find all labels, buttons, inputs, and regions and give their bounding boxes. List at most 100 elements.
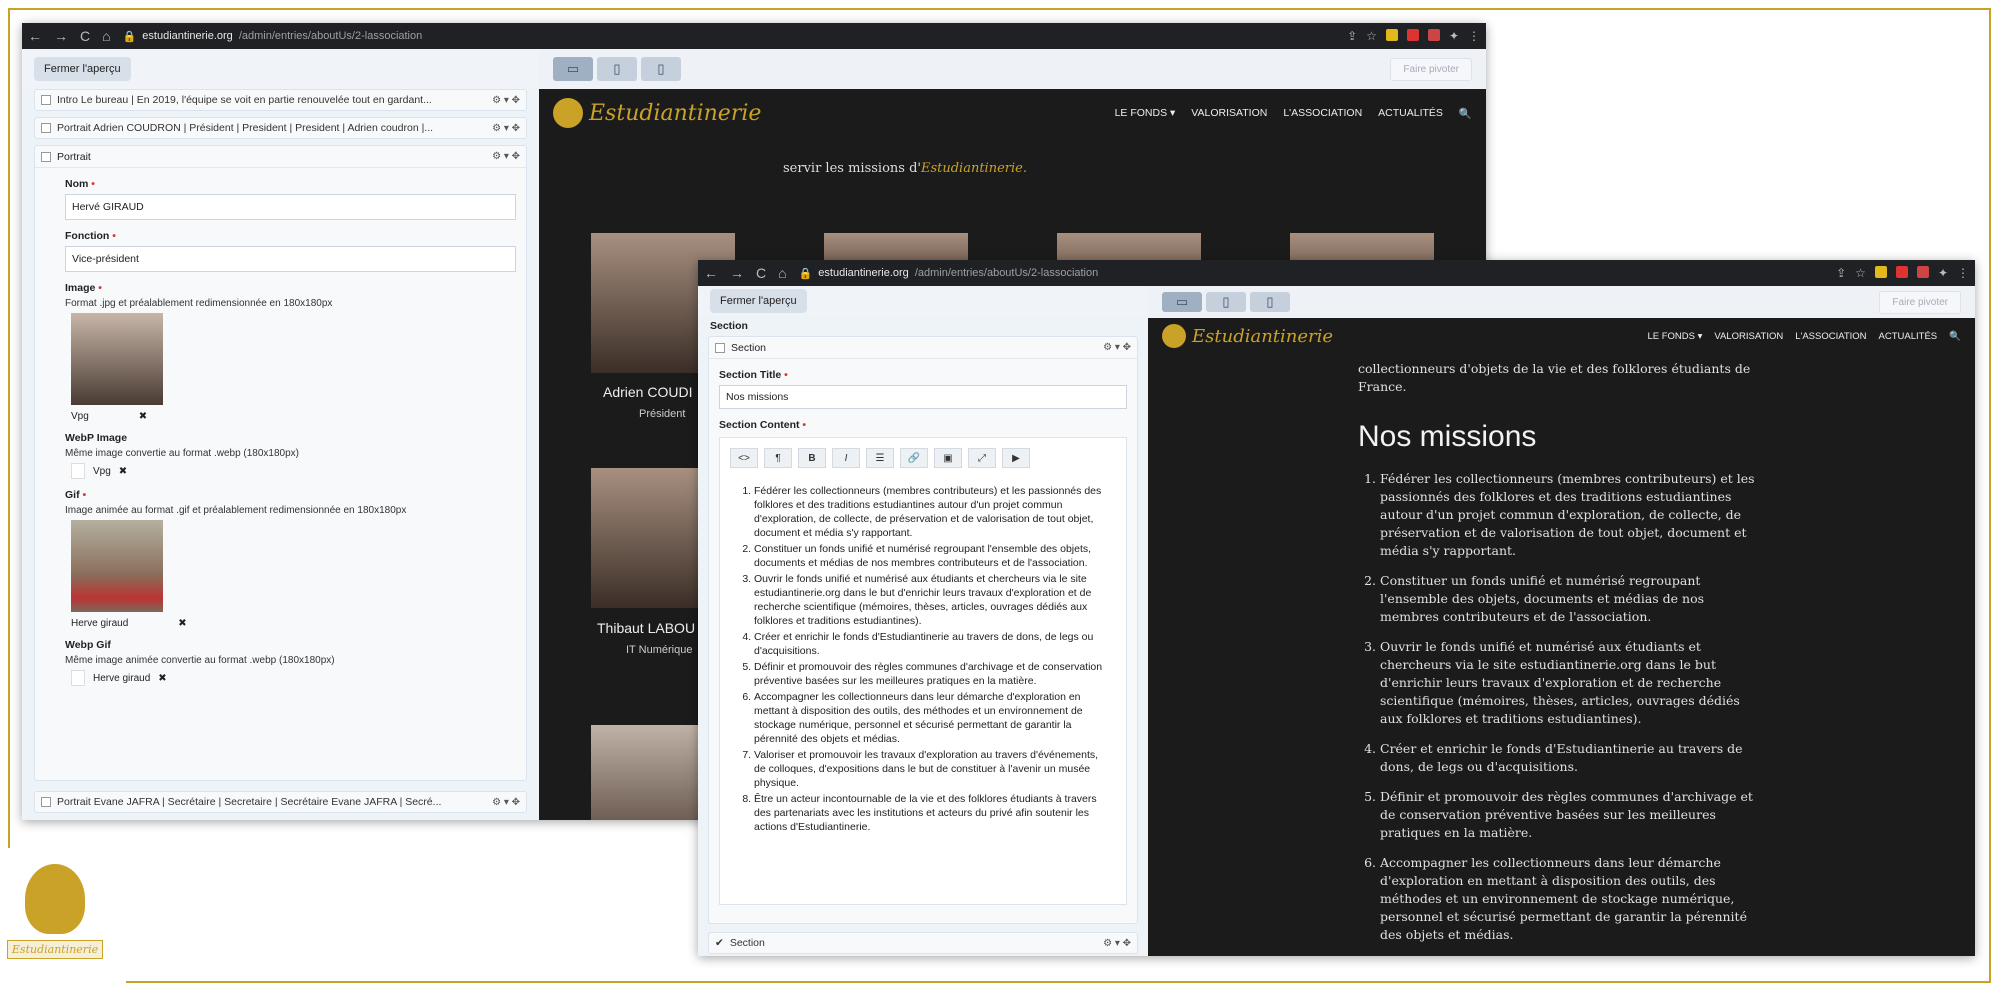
menu-item-fonds[interactable]: LE FONDS ▾ <box>1115 107 1176 120</box>
section-label: Section <box>710 320 748 332</box>
paragraph-icon[interactable]: ¶ <box>764 448 792 468</box>
webp-file[interactable]: Vpg ✖ <box>71 463 526 479</box>
ext-icon[interactable] <box>1406 29 1419 41</box>
reload-icon[interactable]: C <box>756 265 766 281</box>
menu-item-actualites[interactable]: ACTUALITÉS <box>1879 331 1938 342</box>
phone-icon[interactable]: ▯ <box>1250 292 1290 312</box>
gear-icon[interactable]: ⚙ ▾ ✥ <box>492 151 520 162</box>
back-icon[interactable]: ← <box>704 265 718 281</box>
rotate-button[interactable]: Faire pivoter <box>1390 57 1472 81</box>
checkbox[interactable] <box>41 95 51 105</box>
file-icon <box>71 463 85 479</box>
tablet-icon[interactable]: ▯ <box>597 57 637 81</box>
gear-icon[interactable]: ⚙ ▾ ✥ <box>492 797 520 808</box>
logo-icon <box>553 98 583 128</box>
video-icon[interactable]: ▶ <box>1002 448 1030 468</box>
code-icon[interactable]: <> <box>730 448 758 468</box>
block-row-section[interactable]: ✔ Section ⚙ ▾ ✥ <box>708 932 1138 954</box>
menu-icon[interactable]: ⋮ <box>1468 29 1480 43</box>
puzzle-icon[interactable]: ✦ <box>1938 266 1948 280</box>
remove-icon[interactable]: ✖ <box>158 673 166 684</box>
menu-item-association[interactable]: L'ASSOCIATION <box>1795 331 1866 342</box>
image-file: Vpg ✖ <box>71 411 148 422</box>
checkbox[interactable] <box>41 123 51 133</box>
bold-icon[interactable]: B <box>798 448 826 468</box>
home-icon[interactable]: ⌂ <box>102 28 110 44</box>
menu-icon[interactable]: ⋮ <box>1957 266 1969 280</box>
site-logo[interactable]: Estudiantinerie <box>553 98 761 128</box>
ext-icon[interactable] <box>1427 29 1440 41</box>
tablet-icon[interactable]: ▯ <box>1206 292 1246 312</box>
list-item: Constituer un fonds unifié et numérisé r… <box>1380 572 1758 626</box>
remove-icon[interactable]: ✖ <box>119 466 127 477</box>
lock-icon: 🔒 <box>122 30 137 43</box>
section-panel: Section ⚙ ▾ ✥ Section Title • Nos mission… <box>708 336 1138 924</box>
menu-item-fonds[interactable]: LE FONDS ▾ <box>1647 331 1702 342</box>
site-logo[interactable]: Estudiantinerie <box>1162 324 1333 348</box>
close-preview-button[interactable]: Fermer l'aperçu <box>34 57 131 81</box>
desktop-icon[interactable]: ▭ <box>1162 292 1202 312</box>
forward-icon[interactable]: → <box>54 28 68 44</box>
list-item: Valoriser et promouvoir les travaux d'ex… <box>754 748 1110 790</box>
back-icon[interactable]: ← <box>28 28 42 44</box>
block-row-intro[interactable]: Intro Le bureau | En 2019, l'équipe se v… <box>34 89 527 111</box>
image-label: Image • <box>65 282 102 294</box>
image-icon[interactable]: ▣ <box>934 448 962 468</box>
ext-icon[interactable] <box>1385 29 1398 41</box>
extensions: ⇪ ☆ ✦ ⋮ <box>1347 29 1480 43</box>
webpgif-help: Même image animée convertie au format .w… <box>65 655 335 666</box>
menu-item-actualites[interactable]: ACTUALITÉS <box>1378 107 1443 120</box>
reload-icon[interactable]: C <box>80 28 90 44</box>
gear-icon[interactable]: ⚙ ▾ ✥ <box>1103 342 1131 353</box>
block-row-portrait-evane[interactable]: Portrait Evane JAFRA | Secrétaire | Secr… <box>34 791 527 813</box>
rich-text-editor[interactable]: <> ¶ B I ☰ 🔗 ▣ ⤢ ▶ Fédérer les collectio… <box>719 437 1127 905</box>
ext-icon[interactable] <box>1895 266 1908 278</box>
ext-icon[interactable] <box>1916 266 1929 278</box>
site-preview: ▭ ▯ ▯ Faire pivoter Estudiantinerie LE F… <box>1148 286 1975 956</box>
checkbox[interactable] <box>715 342 725 353</box>
check-icon: ✔ <box>715 937 724 949</box>
list-icon[interactable]: ☰ <box>866 448 894 468</box>
address-bar[interactable]: 🔒 estudiantinerie.org/admin/entries/about… <box>123 30 1348 43</box>
section-title-input[interactable]: Nos missions <box>719 385 1127 409</box>
block-row-portrait[interactable]: Portrait Adrien COUDRON | Président | Pr… <box>34 117 527 139</box>
star-icon[interactable]: ☆ <box>1366 29 1377 43</box>
puzzle-icon[interactable]: ✦ <box>1449 29 1459 43</box>
gear-icon[interactable]: ⚙ ▾ ✥ <box>492 123 520 134</box>
menu-item-association[interactable]: L'ASSOCIATION <box>1283 107 1362 120</box>
desktop-icon[interactable]: ▭ <box>553 57 593 81</box>
site-menu: LE FONDS ▾ VALORISATION L'ASSOCIATION AC… <box>1115 107 1472 120</box>
fullscreen-icon[interactable]: ⤢ <box>968 448 996 468</box>
mascot-icon <box>25 864 85 934</box>
webpgif-file[interactable]: Herve giraud ✖ <box>71 670 526 686</box>
home-icon[interactable]: ⌂ <box>778 265 786 281</box>
site-menu: LE FONDS ▾ VALORISATION L'ASSOCIATION AC… <box>1647 331 1961 342</box>
address-bar[interactable]: 🔒 estudiantinerie.org/admin/entries/about… <box>799 267 1837 280</box>
search-icon[interactable]: 🔍 <box>1949 331 1961 342</box>
checkbox[interactable] <box>41 151 51 162</box>
list-item: Créer et enrichir le fonds d'Estudiantin… <box>1380 740 1758 776</box>
share-icon[interactable]: ⇪ <box>1347 29 1357 43</box>
remove-icon[interactable]: ✖ <box>178 618 186 629</box>
italic-icon[interactable]: I <box>832 448 860 468</box>
rotate-button[interactable]: Faire pivoter <box>1879 290 1961 314</box>
checkbox[interactable] <box>41 797 51 807</box>
gif-thumbnail[interactable] <box>71 520 163 612</box>
gear-icon[interactable]: ⚙ ▾ ✥ <box>492 95 520 106</box>
share-icon[interactable]: ⇪ <box>1836 266 1846 280</box>
phone-icon[interactable]: ▯ <box>641 57 681 81</box>
forward-icon[interactable]: → <box>730 265 744 281</box>
search-icon[interactable]: 🔍 <box>1459 107 1472 120</box>
star-icon[interactable]: ☆ <box>1855 266 1866 280</box>
ext-icon[interactable] <box>1874 266 1887 278</box>
menu-item-valorisation[interactable]: VALORISATION <box>1191 107 1267 120</box>
close-preview-button[interactable]: Fermer l'aperçu <box>710 289 807 313</box>
list-item: Ouvrir le fonds unifié et numérisé aux é… <box>1380 638 1758 728</box>
menu-item-valorisation[interactable]: VALORISATION <box>1714 331 1783 342</box>
image-thumbnail[interactable] <box>71 313 163 405</box>
remove-icon[interactable]: ✖ <box>139 411 147 422</box>
nom-input[interactable]: Hervé GIRAUD <box>65 194 516 220</box>
gear-icon[interactable]: ⚙ ▾ ✥ <box>1103 938 1131 949</box>
link-icon[interactable]: 🔗 <box>900 448 928 468</box>
fonction-input[interactable]: Vice-président <box>65 246 516 272</box>
